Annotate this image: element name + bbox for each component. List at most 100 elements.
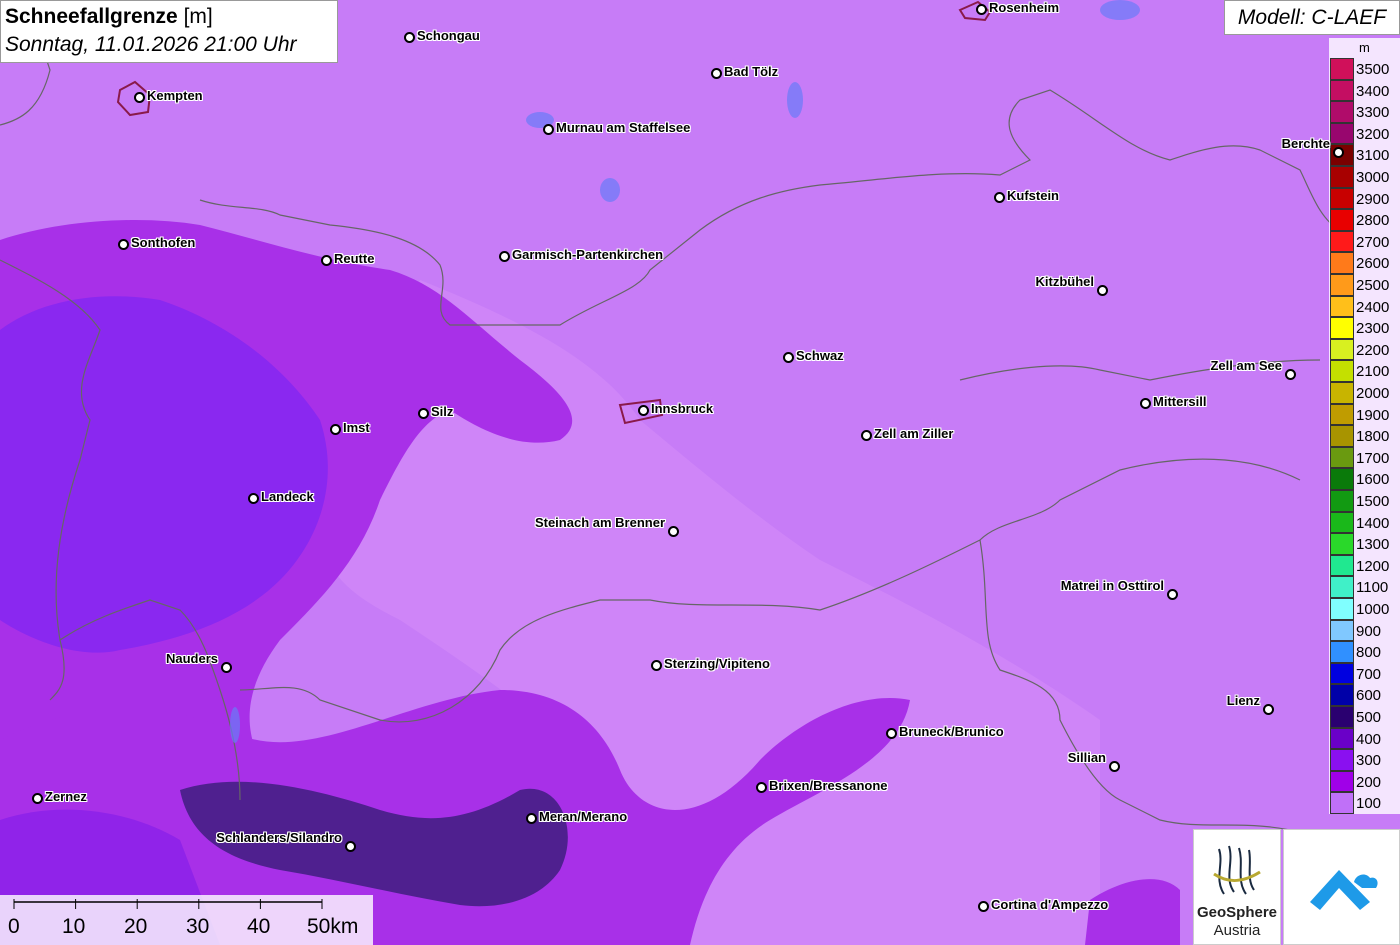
city-label[interactable]: Kufstein [1007,188,1059,203]
city-marker[interactable] [1333,147,1344,158]
legend-label: 300 [1356,752,1382,770]
city-marker[interactable] [118,239,129,250]
city-label[interactable]: Rosenheim [989,0,1059,15]
legend-swatch [1330,101,1354,123]
city-label[interactable]: Bad Tölz [724,64,778,79]
city-marker[interactable] [134,92,145,103]
legend-row: 3000 [1329,166,1400,188]
legend-swatch [1330,425,1354,447]
city-label[interactable]: Sonthofen [131,235,195,250]
city-label[interactable]: Landeck [261,489,314,504]
scale-label: 40 [247,915,271,938]
legend-label: 1500 [1356,493,1390,510]
city-label[interactable]: Nauders [166,651,218,666]
legend-label: 800 [1356,644,1382,662]
city-label[interactable]: Murnau am Staffelsee [556,120,690,135]
city-marker[interactable] [221,662,232,673]
city-marker[interactable] [543,124,554,135]
legend-row: 2900 [1329,187,1400,210]
legend-swatch [1330,749,1354,771]
city-label[interactable]: Schwaz [796,348,844,363]
city-label[interactable]: Silz [431,404,453,419]
legend-swatch [1330,770,1354,793]
legend-row: 3200 [1329,122,1400,145]
map-datetime: Sonntag, 11.01.2026 21:00 Uhr [5,33,297,56]
city-marker[interactable] [638,405,649,416]
city-marker[interactable] [886,728,897,739]
legend-label: 1100 [1356,579,1389,597]
city-marker[interactable] [711,68,722,79]
legend-row: 500 [1329,706,1400,728]
city-label[interactable]: Meran/Merano [539,809,627,824]
city-label[interactable]: Garmisch-Partenkirchen [512,247,663,262]
scale-label: 20 [124,915,148,938]
city-label[interactable]: Sterzing/Vipiteno [664,656,770,671]
city-label[interactable]: Matrei in Osttirol [1061,578,1164,593]
city-marker[interactable] [1167,589,1178,600]
legend-row: 2500 [1329,274,1400,296]
legend-row: 3500 [1329,58,1400,80]
city-label[interactable]: Kitzbühel [1036,274,1095,289]
city-marker[interactable] [994,192,1005,203]
legend-label: 1900 [1356,406,1390,424]
city-label[interactable]: Zell am See [1210,358,1282,373]
city-label[interactable]: Cortina d'Ampezzo [991,897,1108,912]
legend-swatch [1330,252,1354,274]
legend-row: 1400 [1329,511,1400,534]
city-marker[interactable] [526,813,537,824]
legend-swatch [1330,706,1354,728]
legend-swatch [1330,598,1354,620]
city-marker[interactable] [499,251,510,262]
geosphere-sub: Austria [1213,922,1261,939]
city-label[interactable]: Mittersill [1153,394,1206,409]
legend-row: 1700 [1329,446,1400,469]
city-marker[interactable] [418,408,429,419]
legend-swatch [1330,403,1354,426]
city-label[interactable]: Zernez [45,789,87,804]
city-marker[interactable] [1109,761,1120,772]
legend-row: 700 [1329,662,1400,685]
city-label[interactable]: Zell am Ziller [874,426,953,441]
city-label[interactable]: Schongau [417,28,480,43]
city-marker[interactable] [404,32,415,43]
legend-label: 100 [1356,795,1382,813]
city-label[interactable]: Bruneck/Brunico [899,724,1004,739]
city-label[interactable]: Brixen/Bressanone [769,778,888,793]
city-marker[interactable] [1285,369,1296,380]
geosphere-logo[interactable]: GeoSphere Austria [1193,829,1281,945]
legend-row: 1300 [1329,533,1400,555]
city-label[interactable]: Reutte [334,251,374,266]
city-marker[interactable] [976,4,987,15]
city-label[interactable]: Sillian [1068,750,1106,765]
city-marker[interactable] [668,526,679,537]
legend-label: 200 [1356,773,1382,791]
city-marker[interactable] [783,352,794,363]
city-marker[interactable] [330,424,341,435]
legend-label: 3200 [1356,125,1390,143]
legend-swatch [1330,230,1354,253]
legend-row: 2100 [1329,360,1400,382]
city-marker[interactable] [756,782,767,793]
legend-label: 2900 [1356,190,1390,208]
city-label[interactable]: Lienz [1227,693,1260,708]
city-label[interactable]: Steinach am Brenner [535,515,665,530]
city-marker[interactable] [32,793,43,804]
city-label[interactable]: Schlanders/Silandro [216,830,342,845]
city-label[interactable]: Innsbruck [651,401,713,416]
legend-label: 3500 [1356,61,1390,78]
city-marker[interactable] [1263,704,1274,715]
weather-app-logo[interactable] [1283,829,1400,945]
city-marker[interactable] [1140,398,1151,409]
city-marker[interactable] [1097,285,1108,296]
city-label[interactable]: Imst [343,420,370,435]
city-marker[interactable] [345,841,356,852]
city-label[interactable]: Kempten [147,88,203,103]
city-marker[interactable] [861,430,872,441]
city-marker[interactable] [248,493,259,504]
scale-label: 30 [186,915,210,938]
snowfall-limit-map[interactable] [0,0,1400,945]
city-marker[interactable] [321,255,332,266]
city-label[interactable]: Berchte [1282,136,1330,151]
city-marker[interactable] [978,901,989,912]
city-marker[interactable] [651,660,662,671]
